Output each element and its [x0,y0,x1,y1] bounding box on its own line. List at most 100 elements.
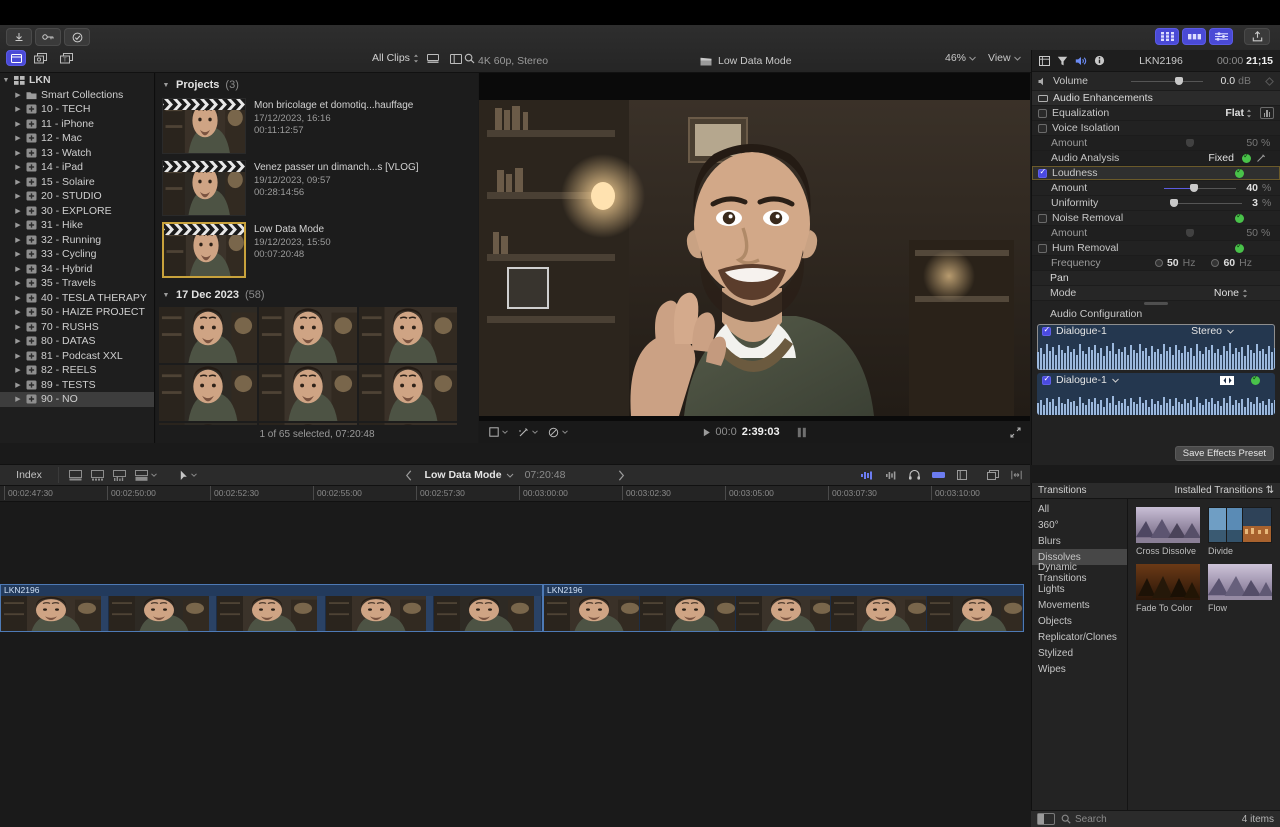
browser-clip-thumbnail[interactable] [259,307,357,363]
disclosure-triangle-icon[interactable]: ▶ [14,352,22,360]
project-thumbnail[interactable] [162,160,246,216]
equalizer-graph-icon[interactable] [1260,107,1274,119]
disclosure-triangle-icon[interactable]: ▶ [14,207,22,215]
disclosure-triangle-icon[interactable]: ▶ [14,323,22,331]
disclosure-triangle-icon[interactable]: ▶ [14,120,22,128]
hum-removal-row[interactable]: Hum Removal [1032,241,1280,256]
sidebar-item-event[interactable]: ▶ 80 - DATAS [0,334,154,349]
sidebar-item-event[interactable]: ▶ 50 - HAIZE PROJECT [0,305,154,320]
pan-mode-row[interactable]: Mode None [1032,286,1280,301]
transition-category-item[interactable]: Objects [1032,613,1127,629]
channel-2-pan-icon[interactable] [1220,375,1234,385]
project-list-item[interactable]: Low Data Mode 19/12/2023, 15:50 00:07:20:4… [156,219,478,281]
noise-removal-row[interactable]: Noise Removal [1032,211,1280,226]
audio-skimming-icon[interactable] [886,471,897,480]
chevron-updown-icon[interactable] [1246,109,1252,118]
audio-analysis-value[interactable]: Fixed [1208,152,1234,164]
channel-1-config[interactable]: Stereo [1191,325,1222,337]
project-thumbnail[interactable] [162,222,246,278]
disclosure-triangle-icon[interactable]: ▶ [14,395,22,403]
disclosure-triangle-icon[interactable]: ▶ [14,105,22,113]
browser-clip-thumbnail[interactable] [359,365,457,421]
equalization-row[interactable]: Equalization Flat [1032,106,1280,121]
disclosure-triangle-icon[interactable]: ▶ [14,134,22,142]
browser-clip-thumbnail[interactable] [159,307,257,363]
sidebar-item-event[interactable]: ▶ 81 - Podcast XXL [0,349,154,364]
transitions-grid[interactable]: Cross Dissolve Divide Fade To Color Flow [1128,499,1280,810]
browser-clip-thumbnail[interactable] [359,307,457,363]
disclosure-triangle-icon[interactable]: ▼ [162,292,170,299]
timeline-video-clips[interactable]: LKN2196 LKN2196 [0,584,1024,632]
transition-category-item[interactable]: Blurs [1032,533,1127,549]
viewer-video-image[interactable] [479,100,1030,416]
freq-60-radio[interactable] [1211,259,1220,267]
fullscreen-expand-icon[interactable] [1010,426,1021,438]
clip-height-button[interactable] [135,469,157,481]
disclosure-triangle-icon[interactable]: ▶ [14,250,22,258]
import-media-button[interactable] [6,28,32,46]
audio-channel-row-1[interactable]: Dialogue-1 Stereo [1037,324,1275,370]
snapping-icon[interactable] [987,470,999,480]
frequency-row[interactable]: Frequency 50 Hz 60 Hz [1032,256,1280,271]
next-project-icon[interactable] [617,469,625,481]
disclosure-triangle-icon[interactable]: ▼ [2,77,10,84]
sidebar-item-event[interactable]: ▶ 15 - Solaire [0,175,154,190]
sidebar-item-event[interactable]: ▶ 20 - STUDIO [0,189,154,204]
transition-thumbnail[interactable] [1136,564,1200,600]
clip-appearance-icon[interactable] [69,469,82,481]
equalization-value[interactable]: Flat [1225,107,1244,119]
current-project-display[interactable]: Low Data Mode [700,52,792,70]
browser-clip-thumbnail[interactable] [259,365,357,421]
sidebar-item-event[interactable]: ▶ 70 - RUSHS [0,320,154,335]
timeline-panel-toggle[interactable] [1182,28,1206,45]
analyze-button[interactable] [64,28,90,46]
loudness-amount-slider[interactable] [1164,183,1237,193]
sidebar-item-event[interactable]: ▶ 34 - Hybrid [0,262,154,277]
loudness-amount-value[interactable]: 40 [1246,182,1258,194]
sidebar-item-event[interactable]: ▶ 35 - Travels [0,276,154,291]
transition-thumbnail[interactable] [1208,507,1272,543]
transition-category-item[interactable]: Wipes [1032,661,1127,677]
inspector-panel-toggle[interactable] [1155,28,1179,45]
transition-category-item[interactable]: Stylized [1032,645,1127,661]
volume-slider[interactable] [1131,76,1204,86]
viewer-timecode[interactable]: 00:0 2:39:03 [702,426,806,438]
timeline-ruler[interactable]: 00:02:47:30 00:02:50:00 00:02:52:30 00:02:5… [0,486,1030,502]
uniformity-row[interactable]: Uniformity 3 % [1032,196,1280,211]
volume-row[interactable]: Volume 0.0 dB [1032,72,1280,91]
sidebar-item-event[interactable]: ▶ 89 - TESTS [0,378,154,393]
sidebar-item-event[interactable]: ▶ 11 - iPhone [0,117,154,132]
project-list-item[interactable]: Venez passer un dimanch...s [VLOG] 19/12/… [156,157,478,219]
sidebar-item-event[interactable]: ▶ 12 - Mac [0,131,154,146]
all-clips-filter[interactable]: All Clips [372,52,419,64]
channel-1-checkbox[interactable] [1042,325,1051,336]
transition-category-item[interactable]: Movements [1032,597,1127,613]
equalization-checkbox[interactable] [1038,108,1047,118]
effects-browser-button[interactable] [30,50,50,66]
transform-tool-button[interactable] [489,427,508,437]
disclosure-triangle-icon[interactable]: ▶ [14,149,22,157]
timeline-index-button[interactable]: Index [0,469,58,481]
disclosure-triangle-icon[interactable]: ▶ [14,366,22,374]
freq-50-radio[interactable] [1154,259,1163,267]
disclosure-triangle-icon[interactable]: ▶ [14,178,22,186]
color-tab-icon[interactable] [1057,56,1068,66]
zoom-fit-icon[interactable] [1011,470,1022,480]
uniformity-slider[interactable] [1170,198,1243,208]
panel-resize-handle[interactable] [1032,301,1280,306]
sidebar-item-event[interactable]: ▶ 82 - REELS [0,363,154,378]
hum-removal-checkbox[interactable] [1038,243,1047,253]
media-browser[interactable]: ▼ Projects (3) Mon bricolage et domotiq.… [156,73,478,443]
sidebar-item-smart-collections[interactable]: ▶ Smart Collections [0,88,154,103]
chevron-down-icon[interactable] [1227,329,1234,334]
sidebar-item-event[interactable]: ▶ 10 - TECH [0,102,154,117]
clip-appearance-audio-icon[interactable] [113,469,126,481]
sidebar-item-event[interactable]: ▶ 90 - NO [0,392,154,407]
audio-analysis-row[interactable]: Audio Analysis Fixed [1032,151,1280,166]
audio-meters-icon[interactable] [861,471,874,480]
browser-search-button[interactable] [460,51,478,66]
viewer-transform-handle[interactable] [507,267,549,309]
loudness-row[interactable]: Loudness [1032,166,1280,181]
sidebar-item-event[interactable]: ▶ 14 - iPad [0,160,154,175]
library-browser-button[interactable] [6,50,26,66]
